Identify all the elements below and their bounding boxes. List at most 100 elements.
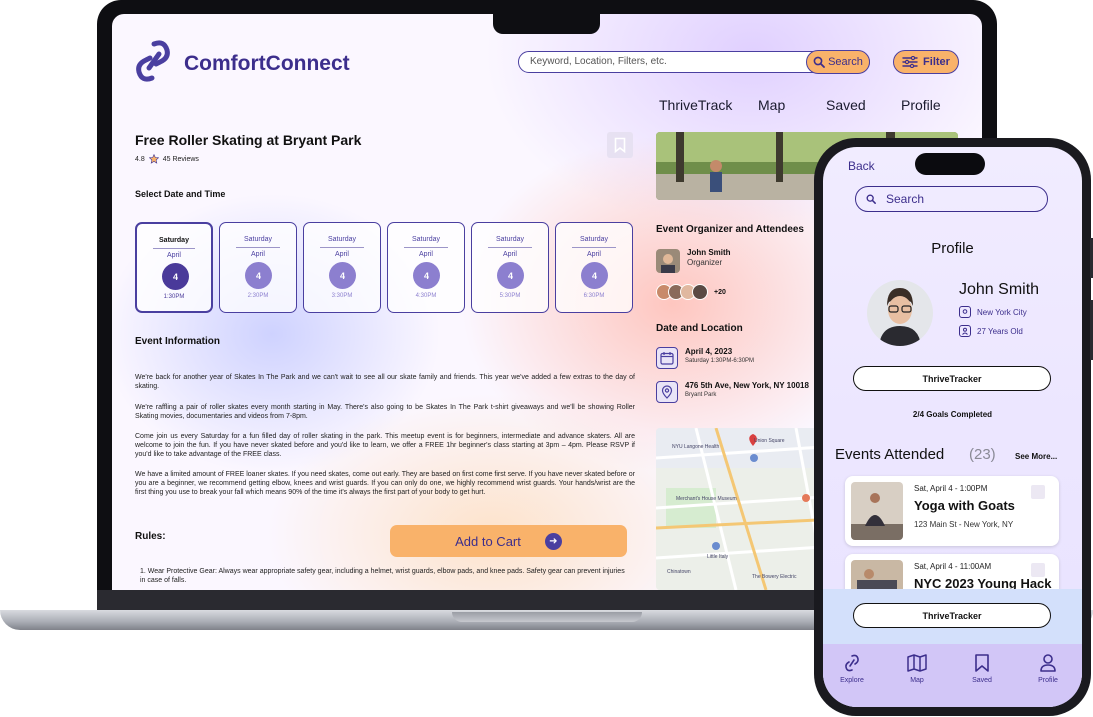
search-icon [866, 194, 876, 204]
date-option[interactable]: Saturday April 4 3:30PM [303, 222, 381, 313]
date-option[interactable]: Saturday April 4 6:30PM [555, 222, 633, 313]
date-day: Saturday [579, 236, 609, 243]
event-time-range: Saturday 1:30PM-6:30PM [685, 358, 755, 364]
profile-city: New York City [959, 306, 1027, 318]
rule-item: 1. Wear Protective Gear: Always wear app… [140, 568, 625, 584]
explore-icon [845, 654, 859, 672]
date-day: Saturday [159, 237, 189, 244]
event-address: 476 5th Ave, New York, NY 10018 [685, 381, 809, 390]
date-option[interactable]: Saturday April 4 4:30PM [387, 222, 465, 313]
date-month: April [586, 251, 601, 258]
attendee-list[interactable]: +20 [656, 284, 726, 300]
event-card-title: Yoga with Goats [914, 498, 1015, 513]
date-divider [572, 247, 616, 248]
search-button[interactable]: Search [806, 50, 870, 74]
date-day: Saturday [327, 236, 357, 243]
event-card-date: Sat, April 4 - 1:00PM [914, 484, 988, 493]
phone-screen: Back Search Profile John Smith New York … [823, 147, 1082, 707]
profile-icon [1040, 654, 1056, 672]
back-button[interactable]: Back [848, 159, 875, 173]
bookmark-icon[interactable] [1031, 563, 1045, 577]
date-day: Saturday [411, 236, 441, 243]
date-month: April [334, 251, 349, 258]
profile-title: Profile [931, 240, 974, 257]
date-month: April [166, 252, 181, 259]
event-card[interactable]: Sat, April 4 - 1:00PM Yoga with Goats 12… [845, 476, 1059, 546]
brand-logo-icon [136, 40, 170, 82]
organizer-role: Organizer [687, 258, 723, 267]
date-number: 4 [497, 262, 524, 289]
location-pin-icon [656, 381, 678, 403]
event-paragraph: We're raffling a pair of roller skates e… [135, 404, 635, 420]
nav-saved[interactable]: Saved [826, 97, 866, 113]
organizer-avatar [656, 249, 680, 273]
goals-status: 2/4 Goals Completed [912, 410, 993, 419]
map-label: Merchant's House Museum [676, 496, 737, 502]
event-venue: Bryant Park [685, 392, 717, 398]
map-icon [907, 654, 927, 672]
nav-thrivetrack[interactable]: ThriveTrack [659, 97, 732, 113]
tab-label: Explore [840, 677, 864, 684]
search-icon [813, 56, 825, 68]
map-label: The Bowery Electric [752, 574, 797, 580]
thrivetracker-button[interactable]: ThriveTracker [853, 366, 1051, 391]
nav-profile[interactable]: Profile [901, 97, 941, 113]
tab-label: Saved [972, 677, 992, 684]
bookmark-icon[interactable] [1031, 485, 1045, 499]
date-number: 4 [413, 262, 440, 289]
date-number: 4 [581, 262, 608, 289]
brand-name: ComfortConnect [184, 52, 350, 75]
phone-search-input[interactable]: Search [855, 186, 1048, 212]
profile-name: John Smith [959, 281, 1040, 298]
date-option[interactable]: Saturday April 4 1:30PM [135, 222, 213, 313]
filter-button[interactable]: Filter [893, 50, 959, 74]
event-thumbnail [851, 482, 903, 540]
profile-age-text: 27 Years Old [977, 326, 1023, 336]
date-month: April [502, 251, 517, 258]
profile-avatar [867, 280, 933, 346]
organizer-name: John Smith [687, 248, 731, 257]
add-to-cart-label: Add to Cart [455, 533, 521, 549]
add-to-cart-button[interactable]: Add to Cart ➜ [390, 525, 627, 557]
see-more-link[interactable]: See More... [1015, 452, 1057, 461]
arrow-right-icon: ➜ [544, 532, 562, 550]
date-time: 2:30PM [247, 293, 269, 299]
location-icon [959, 306, 971, 318]
date-time: 1:30PM [163, 294, 185, 300]
tab-explore[interactable]: Explore [827, 653, 877, 684]
search-placeholder: Keyword, Location, Filters, etc. [530, 56, 667, 67]
select-date-label: Select Date and Time [135, 189, 226, 199]
thrivetracker-button-bottom[interactable]: ThriveTracker [853, 603, 1051, 628]
tab-map[interactable]: Map [892, 653, 942, 684]
date-divider [153, 248, 195, 249]
event-info-heading: Event Information [135, 336, 221, 347]
phone-search-placeholder: Search [886, 192, 925, 206]
bookmark-button[interactable] [607, 132, 633, 158]
profile-age: 27 Years Old [959, 325, 1023, 337]
events-attended-count: (23) [969, 446, 996, 463]
event-card-date: Sat, April 4 - 11:00AM [914, 562, 992, 571]
event-title: Free Roller Skating at Bryant Park [135, 132, 362, 148]
date-time: 5:30PM [499, 293, 521, 299]
date-time: 6:30PM [583, 293, 605, 299]
rating-value: 4.8 [135, 155, 145, 163]
review-count: 45 Reviews [162, 155, 199, 163]
event-card-address: 123 Main St - New York, NY [914, 520, 1014, 529]
organizer-heading: Event Organizer and Attendees [656, 224, 804, 235]
date-divider [320, 247, 364, 248]
attendee-avatar [692, 284, 708, 300]
date-number: 4 [162, 263, 189, 290]
tab-label: Profile [1038, 677, 1058, 684]
laptop-base-groove [452, 612, 642, 622]
tab-profile[interactable]: Profile [1023, 653, 1073, 684]
dynamic-island [915, 153, 985, 175]
tab-saved[interactable]: Saved [957, 653, 1007, 684]
date-divider [488, 247, 532, 248]
nav-map[interactable]: Map [758, 97, 785, 113]
profile-city-text: New York City [977, 307, 1027, 317]
bookmark-icon [975, 654, 989, 672]
event-paragraph: We're back for another year of Skates In… [135, 374, 635, 390]
event-paragraph: We have a limited amount of FREE loaner … [135, 471, 635, 496]
date-option[interactable]: Saturday April 4 5:30PM [471, 222, 549, 313]
date-option[interactable]: Saturday April 4 2:30PM [219, 222, 297, 313]
